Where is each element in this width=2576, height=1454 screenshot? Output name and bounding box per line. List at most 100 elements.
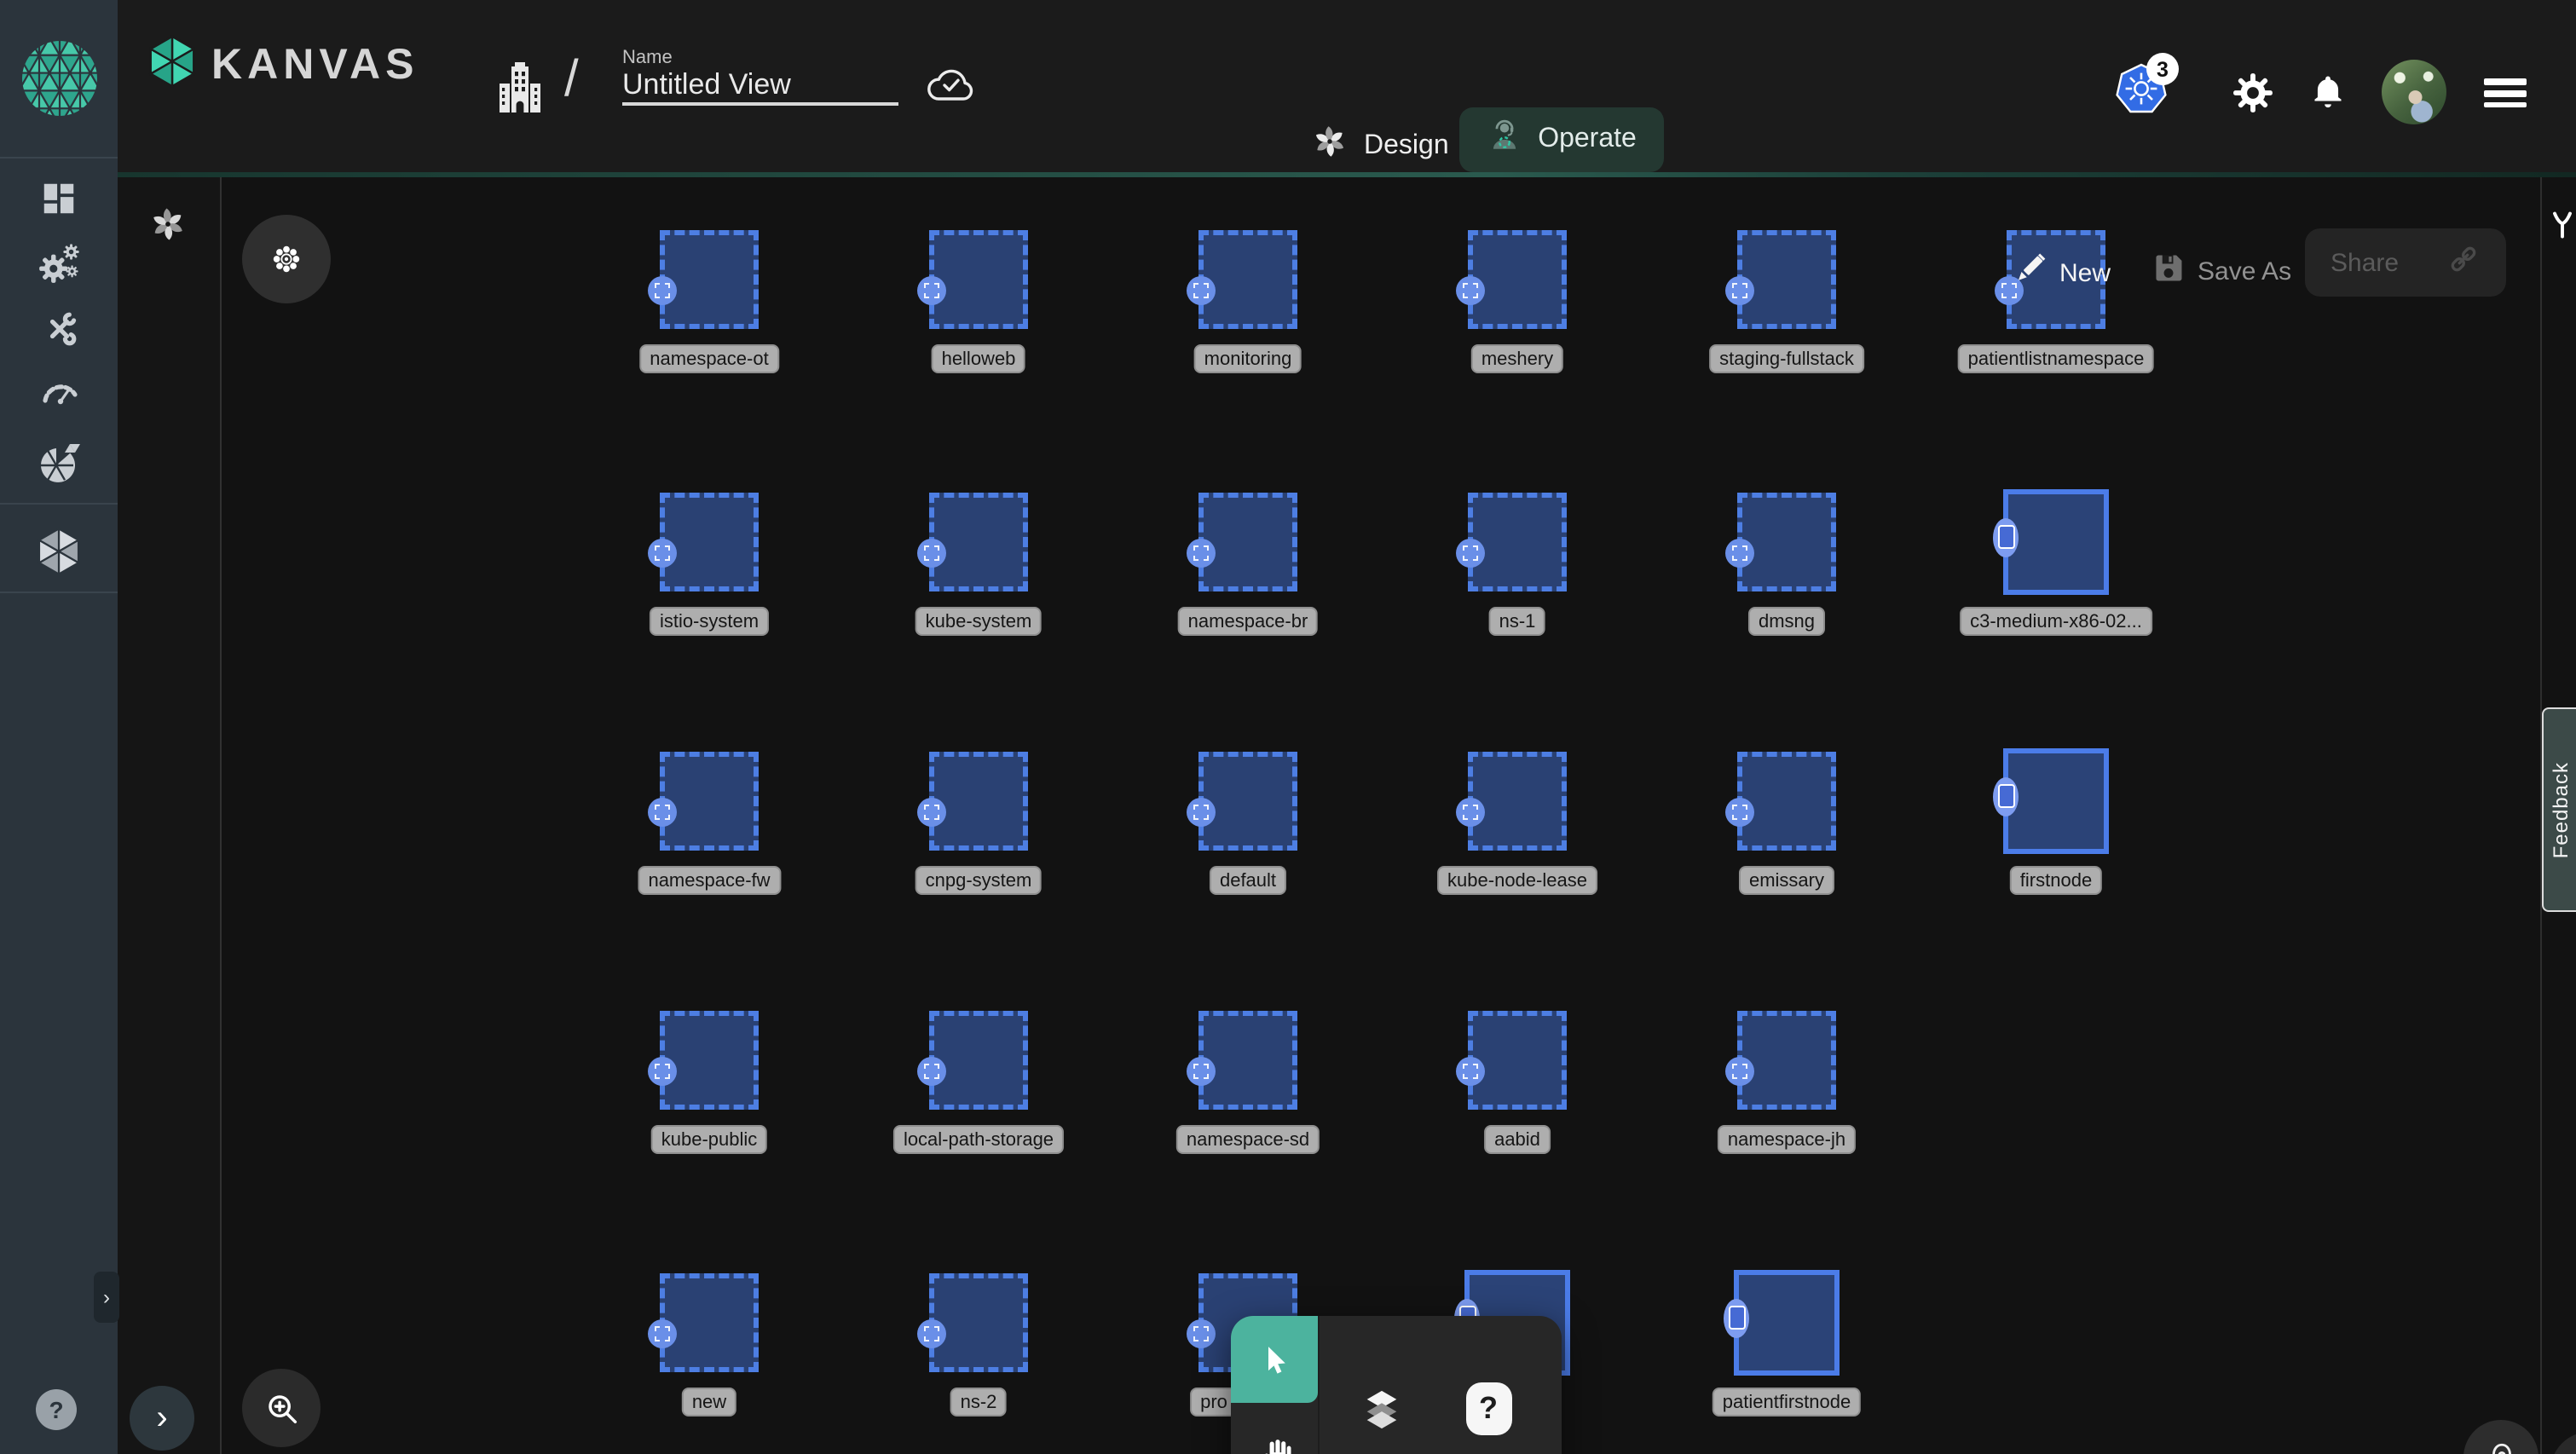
kanvas-app: KANVAS / Name bbox=[0, 0, 2576, 1454]
tab-operate[interactable]: Operate bbox=[1459, 107, 1664, 172]
organization-building-icon[interactable] bbox=[496, 61, 544, 113]
node-handle[interactable] bbox=[1725, 539, 1754, 568]
share-link-icon bbox=[2446, 241, 2481, 284]
node-handle[interactable] bbox=[1187, 1057, 1216, 1086]
namespace-node[interactable] bbox=[660, 230, 759, 329]
sidebar-item-configuration[interactable] bbox=[0, 305, 118, 353]
namespace-node[interactable] bbox=[1198, 493, 1297, 591]
namespace-node[interactable] bbox=[1737, 1011, 1836, 1110]
node-handle[interactable] bbox=[1456, 1057, 1485, 1086]
node-handle[interactable] bbox=[1725, 1057, 1754, 1086]
meshery-mosaic-logo[interactable] bbox=[0, 0, 118, 157]
share-button[interactable]: Share bbox=[2305, 228, 2506, 297]
sidebar-item-kanvas[interactable] bbox=[0, 516, 118, 585]
namespace-node[interactable] bbox=[1468, 230, 1567, 329]
node-handle[interactable] bbox=[1993, 776, 2019, 816]
new-view-button[interactable]: New bbox=[2012, 251, 2111, 295]
node-handle[interactable] bbox=[648, 1319, 677, 1348]
settings-gear-icon[interactable] bbox=[2232, 72, 2274, 114]
dock-flower-button[interactable] bbox=[242, 215, 331, 303]
namespace-node[interactable] bbox=[660, 1273, 759, 1372]
node-handle[interactable] bbox=[917, 276, 946, 305]
node-label: dmsng bbox=[1748, 607, 1825, 636]
save-as-button[interactable]: Save As bbox=[2151, 251, 2291, 293]
node-handle[interactable] bbox=[1456, 798, 1485, 827]
node-handle[interactable] bbox=[917, 539, 946, 568]
node-handle[interactable] bbox=[1187, 276, 1216, 305]
tab-design[interactable]: Design bbox=[1311, 123, 1449, 169]
kubernetes-contexts-badge[interactable]: 3 bbox=[2116, 63, 2167, 114]
tab-operate-label: Operate bbox=[1538, 124, 1637, 155]
tool-pan-hand[interactable] bbox=[1231, 1408, 1318, 1454]
namespace-node[interactable] bbox=[2003, 748, 2109, 854]
sidebar-item-lifecycle[interactable] bbox=[0, 239, 118, 286]
namespace-node[interactable] bbox=[660, 493, 759, 591]
menu-burger-icon[interactable] bbox=[2484, 73, 2527, 113]
namespace-node[interactable] bbox=[1468, 493, 1567, 591]
namespace-node[interactable] bbox=[929, 752, 1028, 851]
node-handle[interactable] bbox=[1456, 539, 1485, 568]
rail-pinwheel-icon[interactable] bbox=[148, 205, 188, 252]
namespace-node[interactable] bbox=[929, 1011, 1028, 1110]
node-label: monitoring bbox=[1194, 344, 1302, 373]
node-handle[interactable] bbox=[1456, 276, 1485, 305]
namespace-node[interactable] bbox=[660, 1011, 759, 1110]
k8s-context-count-badge: 3 bbox=[2146, 53, 2179, 85]
feedback-tab[interactable]: Feedback bbox=[2542, 707, 2576, 912]
node-handle[interactable] bbox=[1187, 798, 1216, 827]
node-handle[interactable] bbox=[1725, 276, 1754, 305]
namespace-node[interactable] bbox=[1737, 493, 1836, 591]
node-handle[interactable] bbox=[1187, 1319, 1216, 1348]
node-handle[interactable] bbox=[917, 1319, 946, 1348]
sidebar-item-extensions[interactable] bbox=[0, 436, 118, 488]
avatar[interactable] bbox=[2382, 60, 2446, 124]
namespace-node[interactable] bbox=[1468, 752, 1567, 851]
namespace-node[interactable] bbox=[1198, 752, 1297, 851]
tool-layers[interactable] bbox=[1338, 1364, 1424, 1452]
header-bar: KANVAS / Name bbox=[118, 0, 2576, 172]
node-handle[interactable] bbox=[917, 798, 946, 827]
namespace-node[interactable] bbox=[1734, 1270, 1840, 1376]
namespace-node[interactable] bbox=[929, 1273, 1028, 1372]
node-handle[interactable] bbox=[1993, 517, 2019, 557]
node-handle[interactable] bbox=[1187, 539, 1216, 568]
extensions-mosaic-icon bbox=[36, 439, 82, 485]
sidebar-expander-tab[interactable]: › bbox=[94, 1272, 119, 1323]
toolbar-divider bbox=[1318, 1316, 1320, 1454]
rail-expand-chevron-button[interactable]: › bbox=[130, 1386, 194, 1451]
namespace-node[interactable] bbox=[1737, 230, 1836, 329]
sidebar-item-dashboard[interactable] bbox=[0, 174, 118, 222]
pinwheel-icon bbox=[1311, 123, 1349, 169]
namespace-node[interactable] bbox=[1198, 230, 1297, 329]
help-button[interactable]: ? bbox=[36, 1389, 77, 1430]
node-handle[interactable] bbox=[648, 798, 677, 827]
namespace-node[interactable] bbox=[929, 493, 1028, 591]
cursor-icon bbox=[1256, 1341, 1292, 1377]
zoom-in-button[interactable] bbox=[242, 1369, 321, 1447]
operator-headset-icon bbox=[1487, 118, 1522, 162]
node-handle[interactable] bbox=[1725, 798, 1754, 827]
namespace-node[interactable] bbox=[1468, 1011, 1567, 1110]
namespace-node[interactable] bbox=[660, 752, 759, 851]
namespace-node[interactable] bbox=[2003, 489, 2109, 595]
notifications-bell-icon[interactable] bbox=[2308, 72, 2348, 111]
node-handle[interactable] bbox=[1724, 1298, 1749, 1337]
namespace-node[interactable] bbox=[929, 230, 1028, 329]
node-label: meshery bbox=[1471, 344, 1563, 373]
merge-y-icon[interactable] bbox=[2547, 208, 2576, 251]
node-handle[interactable] bbox=[648, 276, 677, 305]
tool-help[interactable]: ? bbox=[1441, 1364, 1536, 1452]
node-handle[interactable] bbox=[648, 539, 677, 568]
namespace-node[interactable] bbox=[1737, 752, 1836, 851]
view-name-input[interactable] bbox=[622, 68, 895, 102]
node-handle[interactable] bbox=[917, 1057, 946, 1086]
node-handle[interactable] bbox=[648, 1057, 677, 1086]
kanvas-hexagon-icon bbox=[36, 524, 82, 577]
sidebar-item-performance[interactable] bbox=[0, 370, 118, 418]
namespace-node[interactable] bbox=[1198, 1011, 1297, 1110]
tool-select-cursor[interactable] bbox=[1231, 1316, 1318, 1403]
name-field-label: Name bbox=[622, 48, 898, 68]
node-label: kube-public bbox=[651, 1125, 768, 1154]
feedback-label: Feedback bbox=[2549, 761, 2573, 857]
node-label: emissary bbox=[1739, 866, 1834, 895]
